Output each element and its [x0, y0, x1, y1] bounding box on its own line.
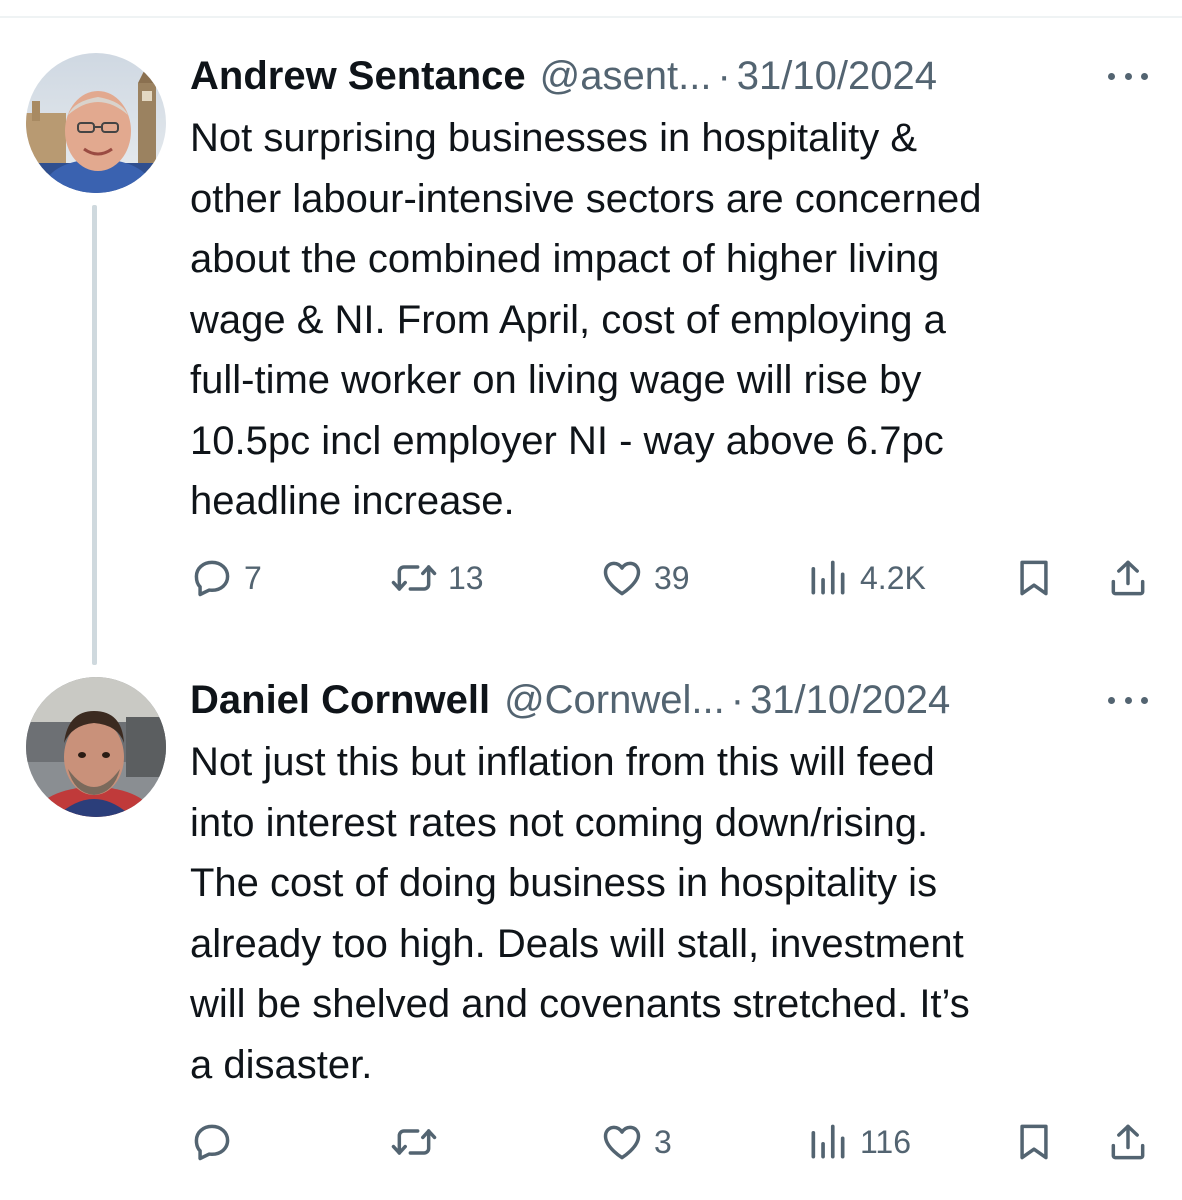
tweet-text: Not just this but inflation from this wi…	[190, 740, 970, 1087]
bookmark-button[interactable]	[1012, 548, 1056, 608]
top-divider	[0, 16, 1182, 18]
like-count: 3	[654, 1123, 672, 1160]
more-dot	[1141, 696, 1148, 704]
tweet-actions: 7 13 39 4.2K	[190, 548, 1160, 608]
repost-button[interactable]	[390, 1112, 448, 1172]
reply-count: 7	[244, 559, 262, 596]
like-icon	[603, 1125, 641, 1160]
views-count: 116	[860, 1123, 912, 1160]
like-icon	[603, 561, 641, 596]
header-separator: ·	[730, 677, 745, 722]
reply-icon	[194, 1124, 230, 1161]
share-icon	[1111, 560, 1145, 596]
avatar-photo	[26, 53, 166, 193]
share-button[interactable]	[1106, 1112, 1150, 1172]
author-handle[interactable]: @asent...	[540, 54, 712, 99]
bookmark-icon	[1020, 1124, 1048, 1160]
repost-icon	[391, 565, 437, 591]
repost-icon	[391, 1129, 437, 1155]
tweet-text: Not surprising businesses in hospitality…	[190, 116, 982, 523]
author-name[interactable]: Andrew Sentance	[190, 54, 526, 99]
tweet-header: Daniel Cornwell @Cornwel... · 31/10/2024	[190, 672, 1070, 728]
author-handle[interactable]: @Cornwel...	[504, 678, 725, 723]
reply-button[interactable]	[190, 1112, 244, 1172]
like-button[interactable]: 3	[600, 1112, 672, 1172]
more-dot	[1108, 72, 1115, 80]
bookmark-icon	[1020, 560, 1048, 596]
tweet-actions: 3 116	[190, 1112, 1160, 1172]
header-separator: ·	[717, 53, 731, 98]
more-dot	[1141, 72, 1148, 80]
views-button[interactable]: 4.2K	[806, 548, 926, 608]
share-icon	[1111, 1124, 1145, 1160]
views-count: 4.2K	[860, 559, 926, 596]
more-icon[interactable]	[1108, 62, 1148, 90]
avatar-photo	[26, 677, 166, 817]
like-count: 39	[654, 559, 690, 596]
views-button[interactable]: 116	[806, 1112, 911, 1172]
views-icon	[811, 560, 845, 595]
views-icon	[811, 1124, 845, 1159]
repost-count: 13	[448, 559, 484, 596]
repost-button[interactable]: 13	[390, 548, 484, 608]
avatar[interactable]	[26, 677, 166, 817]
author-name[interactable]: Daniel Cornwell	[190, 678, 490, 723]
like-button[interactable]: 39	[600, 548, 690, 608]
more-icon[interactable]	[1108, 686, 1148, 714]
reply-icon	[194, 560, 230, 597]
bookmark-button[interactable]	[1012, 1112, 1056, 1172]
tweet-date[interactable]: 31/10/2024	[737, 54, 937, 99]
avatar[interactable]	[26, 53, 166, 193]
more-dot	[1124, 696, 1132, 704]
thread-connector-line	[92, 205, 97, 665]
more-dot	[1124, 72, 1132, 80]
tweet-date[interactable]: 31/10/2024	[750, 678, 950, 723]
reply-button[interactable]: 7	[190, 548, 262, 608]
tweet-header: Andrew Sentance @asent... · 31/10/2024	[190, 48, 1070, 104]
share-button[interactable]	[1106, 548, 1150, 608]
more-dot	[1108, 696, 1115, 704]
